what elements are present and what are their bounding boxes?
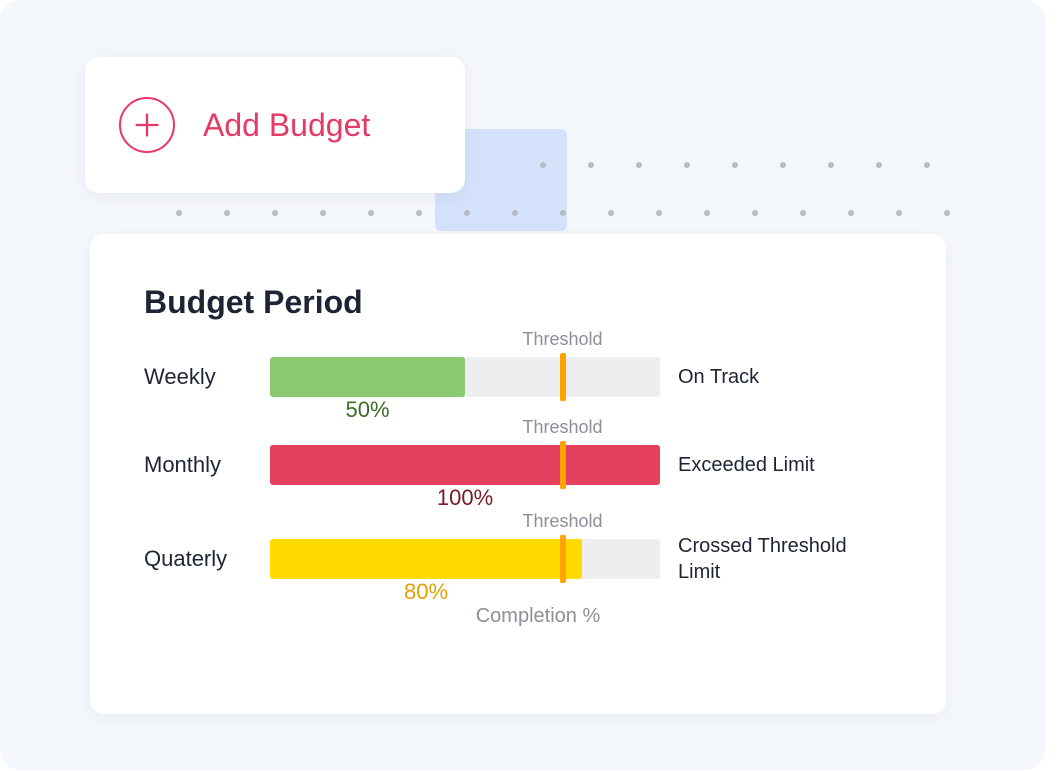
threshold-label: Threshold: [522, 329, 602, 350]
threshold-label: Threshold: [522, 417, 602, 438]
threshold-label: Threshold: [522, 511, 602, 532]
completion-axis-label: Completion %: [184, 605, 892, 628]
threshold-marker-icon: [560, 441, 566, 489]
progress-bar-weekly: Threshold 50%: [270, 357, 660, 397]
progress-track: 80%: [270, 539, 660, 579]
progress-value: 50%: [270, 397, 465, 423]
progress-value: 80%: [270, 579, 582, 605]
progress-track: 100%: [270, 445, 660, 485]
status-label: Crossed Threshold Limit: [678, 533, 892, 585]
status-label: On Track: [678, 364, 892, 390]
period-label: Quaterly: [144, 546, 252, 572]
threshold-marker-icon: [560, 535, 566, 583]
plus-icon: [119, 97, 175, 153]
progress-value: 100%: [270, 485, 660, 511]
add-budget-button[interactable]: Add Budget: [85, 57, 465, 193]
progress-bar-quarterly: Threshold 80%: [270, 539, 660, 579]
progress-fill: [270, 357, 465, 397]
add-budget-label: Add Budget: [203, 107, 370, 144]
card-title: Budget Period: [144, 284, 892, 321]
budget-period-card: Budget Period Weekly Threshold 50% On Tr…: [90, 234, 946, 714]
budget-row-monthly: Monthly Threshold 100% Exceeded Limit: [144, 445, 892, 485]
progress-track: 50%: [270, 357, 660, 397]
progress-bar-monthly: Threshold 100%: [270, 445, 660, 485]
decorative-dot-grid: [540, 162, 1059, 216]
budget-row-quarterly: Quaterly Threshold 80% Crossed Threshold…: [144, 533, 892, 585]
progress-fill: [270, 539, 582, 579]
period-label: Weekly: [144, 364, 252, 390]
budget-rows-container: Weekly Threshold 50% On Track Monthly Th…: [144, 357, 892, 585]
threshold-marker-icon: [560, 353, 566, 401]
period-label: Monthly: [144, 452, 252, 478]
status-label: Exceeded Limit: [678, 452, 892, 478]
budget-row-weekly: Weekly Threshold 50% On Track: [144, 357, 892, 397]
progress-fill: [270, 445, 660, 485]
